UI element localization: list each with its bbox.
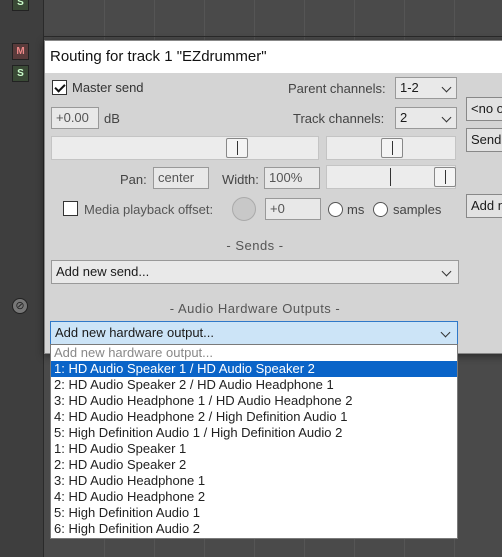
chevron-down-icon — [441, 82, 452, 93]
samples-radio[interactable] — [373, 202, 388, 217]
width-label: Width: — [222, 172, 259, 187]
chevron-down-icon — [441, 112, 452, 123]
width-slider-thumb[interactable] — [434, 167, 456, 187]
dropdown-option[interactable]: 5: High Definition Audio 1 — [51, 505, 457, 521]
mute-button[interactable]: M — [12, 43, 29, 60]
volume-slider[interactable] — [51, 136, 319, 160]
add-button[interactable]: Add n — [466, 194, 502, 218]
routing-dialog: Routing for track 1 "EZdrummer" Master s… — [44, 40, 502, 354]
track-channels-value: 2 — [400, 110, 408, 125]
track-channels-select[interactable]: 2 — [395, 107, 457, 129]
media-offset-label: Media playback offset: — [84, 202, 214, 217]
hw-output-select-value: Add new hardware output... — [55, 325, 214, 340]
dropdown-option[interactable]: 5: High Definition Audio 1 / High Defini… — [51, 425, 457, 441]
parent-channels-label: Parent channels: — [288, 81, 386, 96]
track-channels-label: Track channels: — [293, 111, 385, 126]
chevron-down-icon — [441, 266, 452, 277]
dropdown-option[interactable]: 1: HD Audio Speaker 1 / HD Audio Speaker… — [51, 361, 457, 377]
hw-output-select[interactable]: Add new hardware output... — [50, 321, 458, 345]
send-button[interactable]: Send — [466, 128, 502, 152]
volume-slider-thumb[interactable] — [226, 138, 248, 158]
samples-label: samples — [393, 202, 442, 217]
media-offset-input[interactable]: +0 — [265, 198, 321, 220]
width-slider[interactable] — [326, 165, 456, 189]
dropdown-option[interactable]: Add new hardware output... — [51, 345, 457, 361]
sends-section-header: - Sends - — [226, 238, 284, 253]
solo-button[interactable]: S — [12, 0, 29, 11]
dropdown-option[interactable]: 1: HD Audio Speaker 1 — [51, 441, 457, 457]
ms-label: ms — [347, 202, 365, 217]
dropdown-option[interactable]: 4: HD Audio Headphone 2 — [51, 489, 457, 505]
pan-slider-thumb[interactable] — [381, 138, 403, 158]
width-input[interactable]: 100% — [264, 167, 320, 189]
dropdown-option[interactable]: 2: HD Audio Speaker 2 — [51, 457, 457, 473]
add-send-select[interactable]: Add new send... — [51, 260, 459, 284]
pan-input[interactable]: center — [153, 167, 209, 189]
solo-button[interactable]: S — [12, 65, 29, 82]
phase-icon[interactable]: ⊘ — [12, 298, 28, 314]
add-send-label: Add new send... — [56, 264, 150, 279]
dialog-title[interactable]: Routing for track 1 "EZdrummer" — [45, 41, 502, 73]
hw-output-dropdown-list: Add new hardware output... 1: HD Audio Sp… — [50, 344, 458, 539]
parent-channels-value: 1-2 — [400, 80, 419, 95]
chevron-down-icon — [440, 327, 451, 338]
dropdown-option[interactable]: 3: HD Audio Headphone 1 — [51, 473, 457, 489]
pan-slider[interactable] — [326, 136, 456, 160]
no-output-button[interactable]: <no o — [466, 97, 502, 121]
parent-channels-select[interactable]: 1-2 — [395, 77, 457, 99]
master-send-label: Master send — [72, 80, 144, 95]
dropdown-option[interactable]: 2: HD Audio Speaker 2 / HD Audio Headpho… — [51, 377, 457, 393]
track-control-panel: S M S ⊘ — [0, 0, 44, 557]
hw-outputs-section-header: - Audio Hardware Outputs - — [169, 301, 341, 316]
media-offset-checkbox[interactable] — [63, 201, 78, 216]
master-send-checkbox[interactable] — [52, 80, 67, 95]
dialog-content: Master send Parent channels: 1-2 +0.00 d… — [45, 73, 502, 353]
width-center-marker — [390, 168, 391, 186]
ms-radio[interactable] — [328, 202, 343, 217]
dropdown-option[interactable]: 6: High Definition Audio 2 — [51, 521, 457, 537]
media-offset-knob[interactable] — [232, 197, 256, 221]
dropdown-option[interactable]: 3: HD Audio Headphone 1 / HD Audio Headp… — [51, 393, 457, 409]
dropdown-option[interactable]: 4: HD Audio Headphone 2 / High Definitio… — [51, 409, 457, 425]
pan-label: Pan: — [120, 172, 147, 187]
volume-unit-label: dB — [104, 111, 120, 126]
volume-input[interactable]: +0.00 — [51, 107, 99, 129]
